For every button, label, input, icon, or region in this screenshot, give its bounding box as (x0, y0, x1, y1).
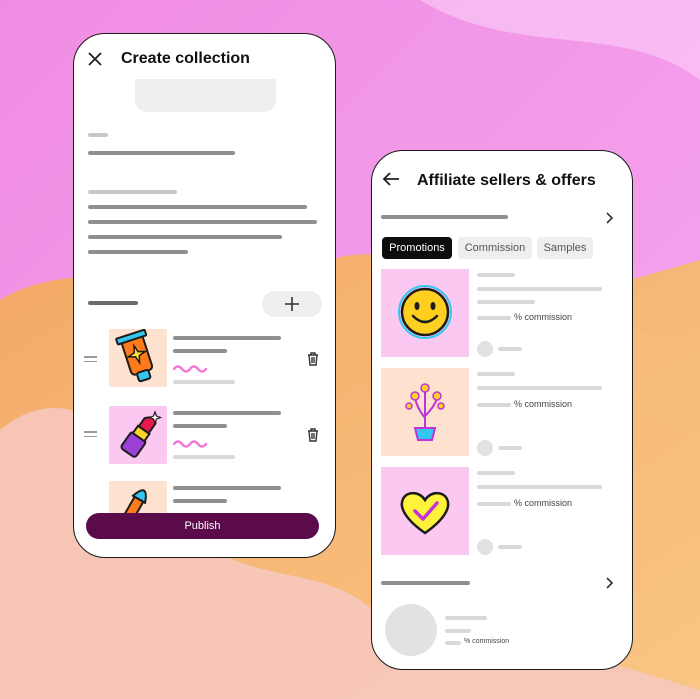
lipstick-sticker (109, 406, 167, 464)
section-header[interactable] (381, 581, 470, 585)
drag-handle-icon[interactable] (84, 355, 97, 363)
tab-commission[interactable]: Commission (458, 237, 532, 259)
arrow-left-icon[interactable] (382, 171, 400, 187)
publish-button[interactable]: Publish (86, 513, 319, 539)
chevron-right-icon[interactable] (606, 577, 614, 589)
page-title: Create collection (121, 50, 250, 67)
commission-label: % commission (514, 399, 573, 409)
close-icon[interactable] (88, 52, 102, 66)
squiggle-decoration (173, 440, 208, 448)
trash-icon[interactable] (307, 428, 319, 442)
commission-label: % commission (514, 312, 573, 322)
create-collection-screen: Create collection Publish (73, 33, 336, 558)
cover-image-placeholder[interactable] (135, 79, 276, 112)
lotion-tube-sticker (109, 328, 167, 387)
tab-samples[interactable]: Samples (537, 237, 593, 259)
section-header[interactable] (381, 215, 508, 219)
flower-pot-sticker (381, 368, 469, 456)
affiliate-sellers-screen: Affiliate sellers & offers Promotions Co… (371, 150, 633, 670)
seller-avatar (477, 341, 493, 357)
commission-label: % commission (514, 498, 573, 508)
name-label (88, 133, 108, 137)
tab-promotions[interactable]: Promotions (382, 237, 452, 259)
add-product-button[interactable] (262, 291, 322, 317)
squiggle-decoration (173, 365, 208, 373)
drag-handle-icon[interactable] (84, 430, 97, 438)
chevron-right-icon[interactable] (606, 212, 614, 224)
description-label (88, 190, 177, 194)
seller-avatar (385, 604, 437, 656)
products-section-label (88, 301, 138, 305)
smiley-face-sticker (381, 269, 469, 357)
trash-icon[interactable] (307, 352, 319, 366)
page-title: Affiliate sellers & offers (417, 172, 596, 189)
seller-avatar (477, 440, 493, 456)
plus-icon (285, 297, 299, 311)
name-value[interactable] (88, 151, 235, 155)
seller-avatar (477, 539, 493, 555)
heart-check-sticker (381, 467, 469, 555)
commission-label: % commission (464, 638, 510, 645)
